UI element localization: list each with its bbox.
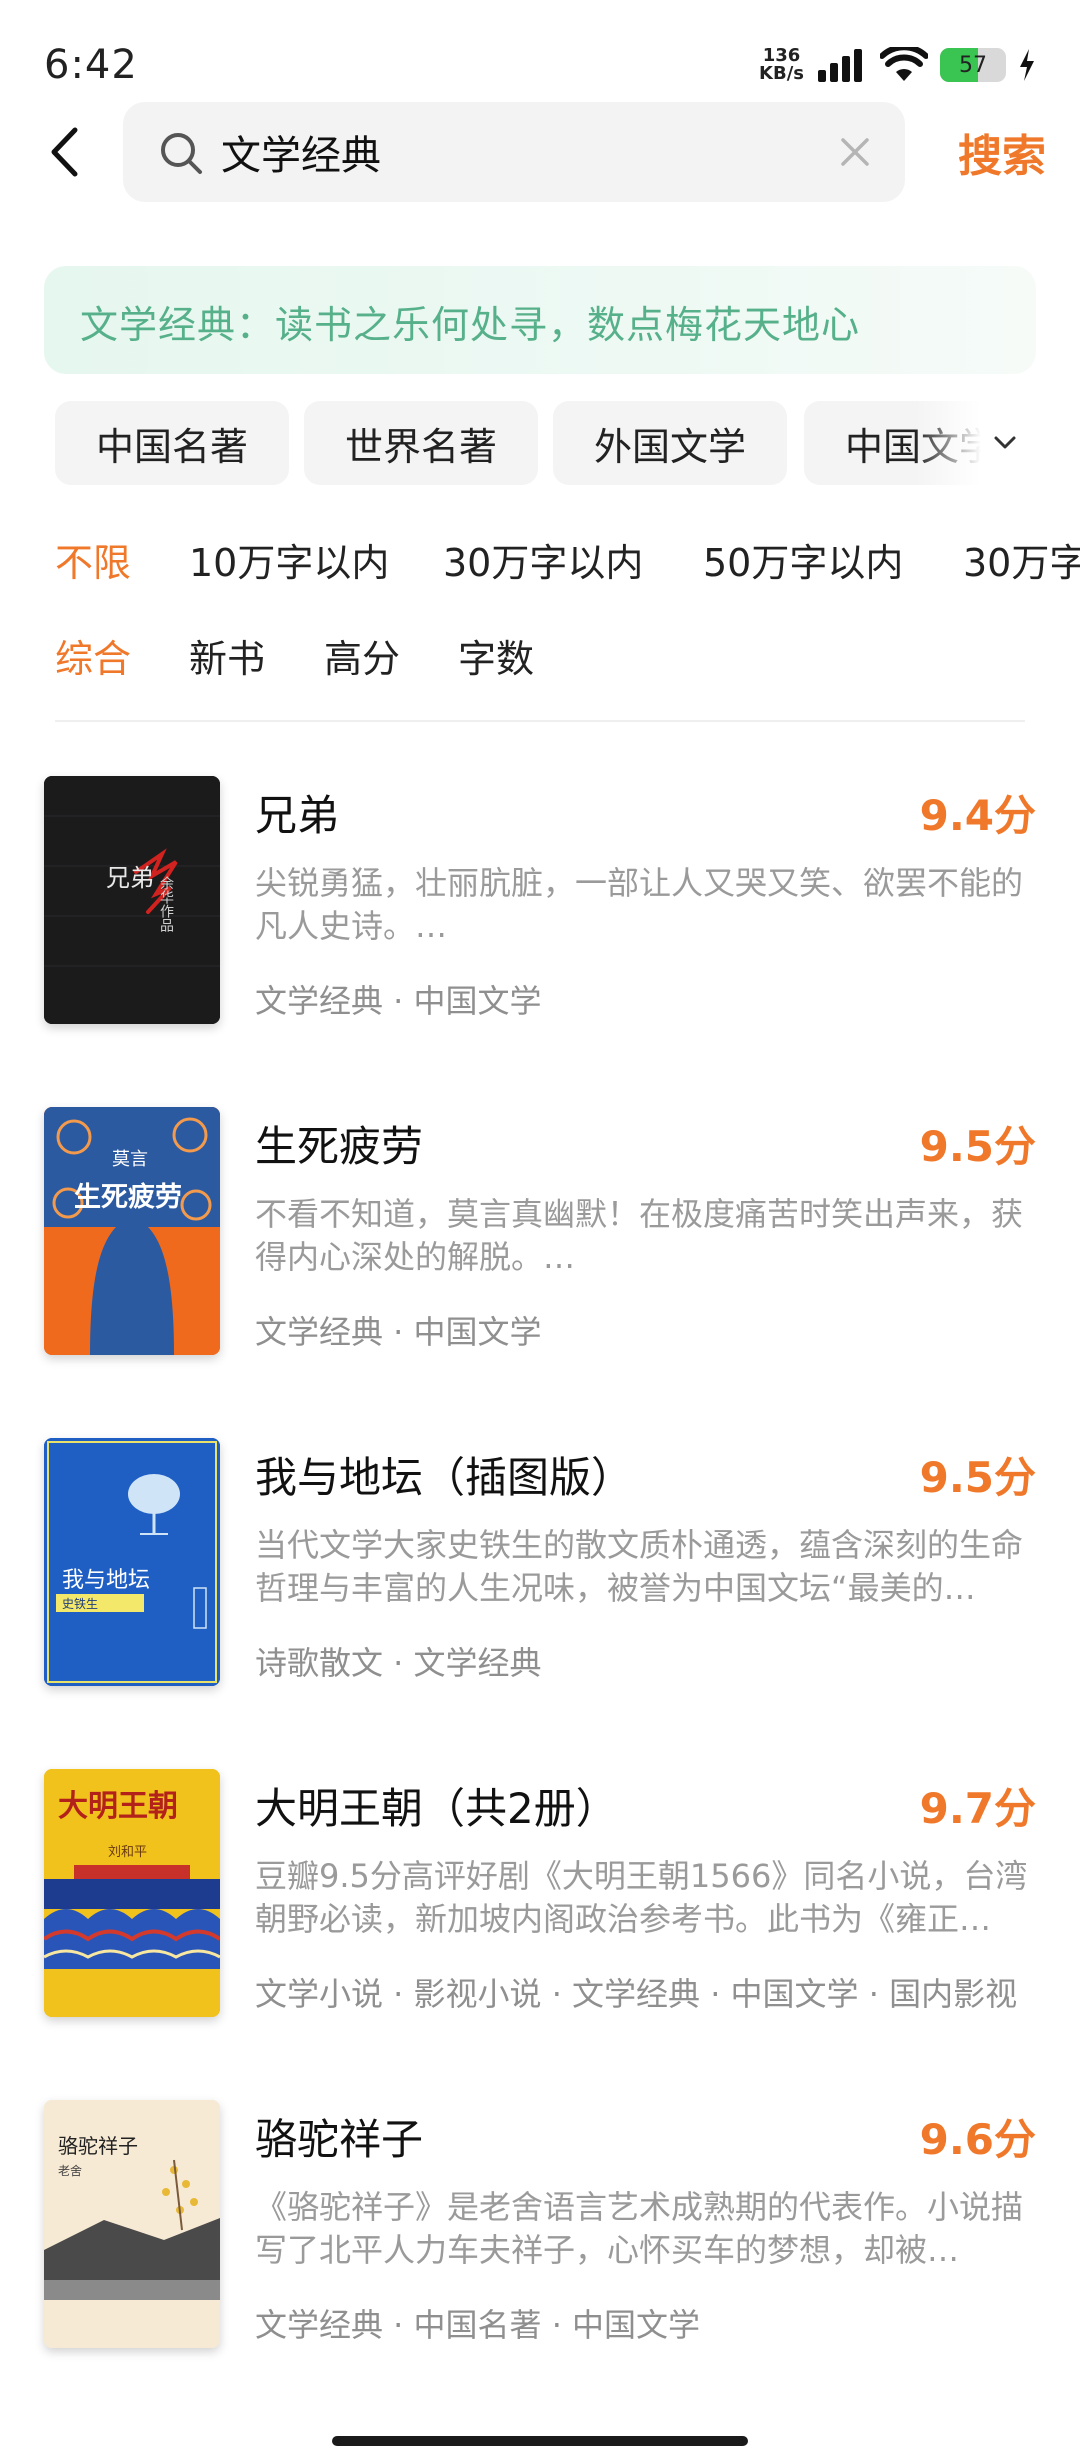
book-title: 大明王朝（共2册）	[255, 1784, 618, 1833]
book-tags: 文学小说 · 影视小说 · 文学经典 · 中国文学 · 国内影视	[255, 1975, 1018, 2013]
book-cover[interactable]: 骆驼祥子 老舍	[44, 2100, 220, 2348]
network-speed-unit: KB/s	[759, 63, 804, 84]
cover-title: 我与地坛	[62, 1568, 151, 1593]
book-tags: 文学经典 · 中国文学	[255, 982, 542, 1020]
cover-title: 骆驼祥子	[58, 2134, 138, 2158]
topic-banner[interactable]: 文学经典：读书之乐何处寻，数点梅花天地心	[44, 266, 1036, 374]
search-icon	[161, 133, 202, 174]
book-score: 9.5分	[919, 1122, 1036, 1171]
home-indicator[interactable]	[332, 2436, 748, 2446]
category-chip[interactable]: 中国名著	[55, 401, 289, 485]
book-score: 9.4分	[919, 791, 1036, 840]
book-score: 9.6分	[919, 2115, 1036, 2164]
book-item[interactable]: 兄弟 余华作品 兄弟 9.4分 尖锐勇猛，壮丽肮脏，一部让人又哭又笑、欲罢不能的…	[0, 776, 1080, 1036]
cover-title: 生死疲劳	[74, 1182, 182, 1213]
book-item[interactable]: 莫言 生死疲劳 生死疲劳 9.5分 不看不知道，莫言真幽默！在极度痛苦时笑出声来…	[0, 1107, 1080, 1367]
signal-icon	[818, 49, 862, 82]
word-filter-item[interactable]: 50万字以内	[703, 532, 903, 587]
chevron-left-icon	[51, 127, 78, 177]
back-button[interactable]	[36, 120, 92, 184]
cover-author: 余华作品	[158, 876, 174, 932]
book-item[interactable]: 骆驼祥子 老舍 骆驼祥子 9.6分 《骆驼祥子》是老舍语言艺术成熟期的代表作。小…	[0, 2100, 1080, 2360]
status-icons: 136 KB/s 57	[759, 40, 1036, 90]
book-description: 《骆驼祥子》是老舍语言艺术成熟期的代表作。小说描写了北平人力车夫祥子，心怀买车的…	[255, 2188, 1024, 2269]
search-header: 搜索	[0, 98, 1080, 206]
cover-author: 莫言	[112, 1149, 148, 1170]
more-categories-button[interactable]	[975, 401, 1035, 485]
category-chip[interactable]: 世界名著	[304, 401, 538, 485]
status-time: 6:42	[44, 42, 138, 88]
category-chips: 中国名著 世界名著 外国文学 中国文学	[55, 401, 1035, 485]
book-tags: 诗歌散文 · 文学经典	[255, 1644, 542, 1682]
cover-author: 史铁生	[62, 1597, 99, 1611]
sort-filter: 综合 新书 高分 字数	[0, 628, 1080, 688]
divider	[55, 720, 1025, 722]
word-filter-item[interactable]: 30万字以内	[443, 532, 643, 587]
book-item[interactable]: 我与地坛 史铁生 我与地坛（插图版） 9.5分 当代文学大家史铁生的散文质朴通透…	[0, 1438, 1080, 1698]
book-description: 尖锐勇猛，壮丽肮脏，一部让人又哭又笑、欲罢不能的凡人史诗。…	[255, 864, 1024, 945]
status-bar: 6:42 136 KB/s 57	[0, 0, 1080, 110]
book-cover[interactable]: 莫言 生死疲劳	[44, 1107, 220, 1355]
book-tags: 文学经典 · 中国名著 · 中国文学	[255, 2306, 701, 2344]
sort-filter-item[interactable]: 字数	[458, 628, 534, 683]
book-cover[interactable]: 大明王朝 刘和平	[44, 1769, 220, 2017]
cover-title: 大明王朝	[58, 1789, 178, 1824]
battery-level: 57	[959, 52, 987, 78]
search-box[interactable]	[123, 102, 905, 202]
wifi-icon	[880, 47, 928, 81]
book-cover[interactable]: 兄弟 余华作品	[44, 776, 220, 1024]
network-speed: 136 KB/s	[759, 47, 804, 83]
book-description: 豆瓣9.5分高评好剧《大明王朝1566》同名小说，台湾朝野必读，新加坡内阁政治参…	[255, 1857, 1028, 1938]
search-input[interactable]	[221, 122, 801, 182]
banner-text: 文学经典：读书之乐何处寻，数点梅花天地心	[80, 303, 861, 347]
book-title: 骆驼祥子	[255, 2115, 424, 2164]
cover-author: 刘和平	[108, 1845, 148, 1860]
cover-author: 老舍	[58, 2164, 83, 2178]
book-description: 不看不知道，莫言真幽默！在极度痛苦时笑出声来，获得内心深处的解脱。…	[255, 1195, 1024, 1276]
word-filter-item[interactable]: 10万字以内	[189, 532, 389, 587]
chevron-down-icon	[994, 436, 1016, 449]
cover-art	[44, 776, 220, 1024]
book-title: 生死疲劳	[255, 1122, 424, 1171]
sort-filter-item[interactable]: 高分	[324, 628, 400, 683]
book-title: 兄弟	[255, 791, 340, 840]
sort-filter-item[interactable]: 新书	[189, 628, 265, 683]
sort-filter-item[interactable]: 综合	[55, 628, 131, 683]
word-filter-item[interactable]: 不限	[55, 532, 131, 587]
book-title: 我与地坛（插图版）	[255, 1453, 634, 1502]
search-submit-button[interactable]: 搜索	[958, 120, 1046, 184]
book-cover[interactable]: 我与地坛 史铁生	[44, 1438, 220, 1686]
clear-icon[interactable]	[835, 132, 875, 172]
book-tags: 文学经典 · 中国文学	[255, 1313, 542, 1351]
book-score: 9.7分	[919, 1784, 1036, 1833]
battery-indicator: 57	[940, 48, 1006, 82]
book-item[interactable]: 大明王朝 刘和平 大明王朝（共2册） 9.7分 豆瓣9.5分高评好剧《大明王朝1…	[0, 1769, 1080, 2029]
category-chip[interactable]: 外国文学	[553, 401, 787, 485]
book-description: 当代文学大家史铁生的散文质朴通透，蕴含深刻的生命哲理与丰富的人生况味，被誉为中国…	[255, 1526, 1024, 1607]
cover-title: 兄弟	[106, 864, 154, 892]
word-count-filter: 不限 10万字以内 30万字以内 50万字以内 30万字	[0, 532, 1080, 592]
book-score: 9.5分	[919, 1453, 1036, 1502]
charging-icon	[1020, 49, 1034, 81]
word-filter-item[interactable]: 30万字	[963, 532, 1080, 587]
